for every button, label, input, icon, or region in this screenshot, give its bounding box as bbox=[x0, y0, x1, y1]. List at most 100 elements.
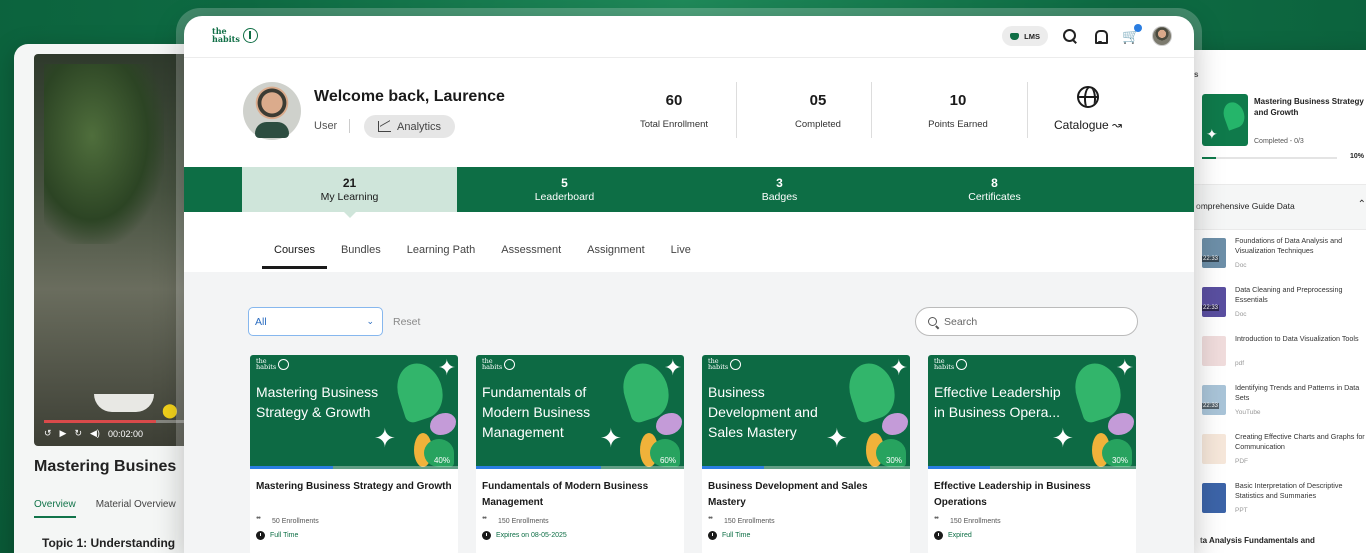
item-title: Introduction to Data Visualization Tools bbox=[1235, 334, 1359, 343]
stat-divider bbox=[1027, 82, 1028, 138]
video-controls: ↺ ▶ ↻ ◀) 00:02:00 bbox=[44, 428, 143, 439]
welcome-heading: Welcome back, Laurence bbox=[314, 88, 505, 105]
course-card[interactable]: the habits Effective Leadership in Busine… bbox=[928, 355, 1136, 553]
item-thumbnail bbox=[1202, 336, 1226, 366]
stat-label: Total Enrollment bbox=[639, 119, 709, 130]
tab-label: Leaderboard bbox=[534, 191, 595, 203]
course-title[interactable]: Business Development and Sales Mastery bbox=[702, 469, 910, 515]
course-title[interactable]: Fundamentals of Modern Business Manageme… bbox=[476, 469, 684, 515]
lms-label: LMS bbox=[1024, 31, 1040, 41]
subtab-bundles[interactable]: Bundles bbox=[341, 244, 381, 269]
course-title[interactable]: Effective Leadership in Business Operati… bbox=[928, 469, 1136, 515]
status-text: Full Time bbox=[722, 532, 751, 539]
subtab-assignment[interactable]: Assignment bbox=[587, 244, 644, 269]
course-completed-count: Completed - 0/3 bbox=[1254, 138, 1304, 145]
brand-logo[interactable]: the habits bbox=[212, 27, 258, 43]
item-type: Doc bbox=[1235, 311, 1247, 318]
sparkle-icon: ✦ bbox=[1052, 423, 1074, 453]
section-title: omprehensive Guide Data bbox=[1196, 201, 1295, 211]
course-enrollments: 150 Enrollments bbox=[928, 515, 1136, 525]
tab-count: 21 bbox=[342, 176, 357, 190]
role-divider bbox=[349, 119, 350, 133]
course-card[interactable]: the habits Mastering Business Strategy & … bbox=[250, 355, 458, 553]
sparkle-icon: ✦ bbox=[600, 423, 622, 453]
sparkle-icon: ✦ bbox=[1115, 355, 1134, 380]
search-icon[interactable] bbox=[1062, 28, 1078, 44]
sparkle-icon: ✦ bbox=[826, 423, 848, 453]
item-title: Identifying Trends and Patterns in Data … bbox=[1235, 383, 1360, 403]
banner-logo: the habits bbox=[256, 358, 290, 371]
chevron-up-icon[interactable]: ⌃ bbox=[1358, 199, 1366, 210]
section-item[interactable]: 22:33 Data Cleaning and Preprocessing Es… bbox=[1180, 285, 1366, 334]
item-title: Data Cleaning and Preprocessing Essentia… bbox=[1235, 285, 1343, 305]
tab-material-overview[interactable]: Material Overview bbox=[96, 499, 176, 518]
reset-button[interactable]: Reset bbox=[393, 316, 420, 328]
course-card-list: the habits Mastering Business Strategy & … bbox=[250, 355, 1136, 553]
tab-leaderboard[interactable]: 5 Leaderboard bbox=[457, 167, 672, 212]
item-thumbnail bbox=[1202, 483, 1226, 513]
section-item[interactable]: 22:33 Foundations of Data Analysis and V… bbox=[1180, 236, 1366, 285]
subtab-assessment[interactable]: Assessment bbox=[501, 244, 561, 269]
course-content-title: Mastering Business Strategy and Growth bbox=[1254, 97, 1364, 118]
subtab-courses[interactable]: Courses bbox=[262, 244, 327, 269]
course-progress-bar bbox=[476, 466, 684, 469]
item-title: Basic Interpretation of Descriptive Stat… bbox=[1235, 481, 1343, 501]
section-item[interactable]: Creating Effective Charts and Graphs for… bbox=[1180, 432, 1366, 481]
user-role: User bbox=[314, 120, 338, 132]
forward-icon[interactable]: ↻ bbox=[74, 428, 82, 439]
catalogue-label: Catalogue ↝ bbox=[1054, 118, 1123, 132]
tab-count: 5 bbox=[561, 176, 568, 190]
banner-title: Mastering Business Strategy & Growth bbox=[256, 384, 379, 420]
cart-icon[interactable]: 🛒 bbox=[1122, 24, 1142, 44]
course-card[interactable]: the habits Business Development and Sales… bbox=[702, 355, 910, 553]
course-banner: the habits Effective Leadership in Busine… bbox=[928, 355, 1136, 469]
tab-certificates[interactable]: 8 Certificates bbox=[887, 167, 1102, 212]
profile-avatar bbox=[243, 82, 301, 140]
play-icon[interactable]: ▶ bbox=[60, 428, 67, 439]
search-icon bbox=[928, 317, 937, 326]
course-banner: the habits Fundamentals of Modern Busines… bbox=[476, 355, 684, 469]
course-card[interactable]: the habits Fundamentals of Modern Busines… bbox=[476, 355, 684, 553]
item-thumbnail bbox=[1202, 287, 1226, 317]
sparkle-icon: ✦ bbox=[663, 355, 682, 380]
banner-logo: the habits bbox=[934, 358, 968, 371]
catalogue-link[interactable]: Catalogue ↝ bbox=[1054, 86, 1122, 132]
search-input[interactable]: Search bbox=[915, 307, 1138, 336]
notification-bell-icon[interactable] bbox=[1092, 28, 1108, 44]
section-header[interactable]: omprehensive Guide Data ⌃ bbox=[1180, 184, 1366, 230]
globe-icon bbox=[1077, 86, 1100, 108]
volume-icon[interactable]: ◀) bbox=[90, 428, 100, 439]
subtab-learning-path[interactable]: Learning Path bbox=[407, 244, 476, 269]
main-window: the habits LMS 🛒 Welcome back, Laurence U… bbox=[184, 16, 1194, 553]
rewind-icon[interactable]: ↺ bbox=[44, 428, 52, 439]
sparkle-icon: ✦ bbox=[374, 423, 396, 453]
course-status: Expired bbox=[928, 525, 1136, 540]
filter-dropdown[interactable]: All ⌄ bbox=[248, 307, 383, 336]
stat-label: Points Earned bbox=[928, 119, 988, 130]
section-item[interactable]: 22:33 Identifying Trends and Patterns in… bbox=[1180, 383, 1366, 432]
clock-icon bbox=[256, 531, 265, 540]
tab-label: Certificates bbox=[968, 191, 1021, 203]
course-progress-bar bbox=[1202, 157, 1337, 159]
course-progress-bar bbox=[702, 466, 910, 469]
course-status: Full Time bbox=[702, 525, 910, 540]
course-progress-label: 30% bbox=[885, 456, 902, 465]
tab-badges[interactable]: 3 Badges bbox=[672, 167, 887, 212]
user-avatar[interactable] bbox=[1152, 26, 1172, 46]
tab-overview[interactable]: Overview bbox=[34, 499, 76, 518]
enrollment-count: 150 Enrollments bbox=[724, 518, 775, 525]
course-enrollments: 50 Enrollments bbox=[250, 515, 458, 525]
lms-button[interactable]: LMS bbox=[1002, 26, 1048, 46]
status-text: Expired bbox=[948, 532, 972, 539]
stat-value: 10 bbox=[949, 92, 967, 109]
analytics-button[interactable]: Analytics bbox=[364, 115, 456, 138]
course-banner: the habits Mastering Business Strategy & … bbox=[250, 355, 458, 469]
tab-my-learning[interactable]: 21 My Learning bbox=[242, 167, 457, 218]
course-title[interactable]: Mastering Business Strategy and Growth bbox=[250, 469, 458, 515]
subtab-live[interactable]: Live bbox=[671, 244, 691, 269]
section-item[interactable]: Introduction to Data Visualization Tools… bbox=[1180, 334, 1366, 383]
leaf-decoration bbox=[656, 413, 682, 435]
section-item[interactable]: Basic Interpretation of Descriptive Stat… bbox=[1180, 481, 1366, 530]
video-frame-image bbox=[44, 64, 164, 244]
stat-points-earned: 10 Points Earned bbox=[908, 92, 1008, 130]
